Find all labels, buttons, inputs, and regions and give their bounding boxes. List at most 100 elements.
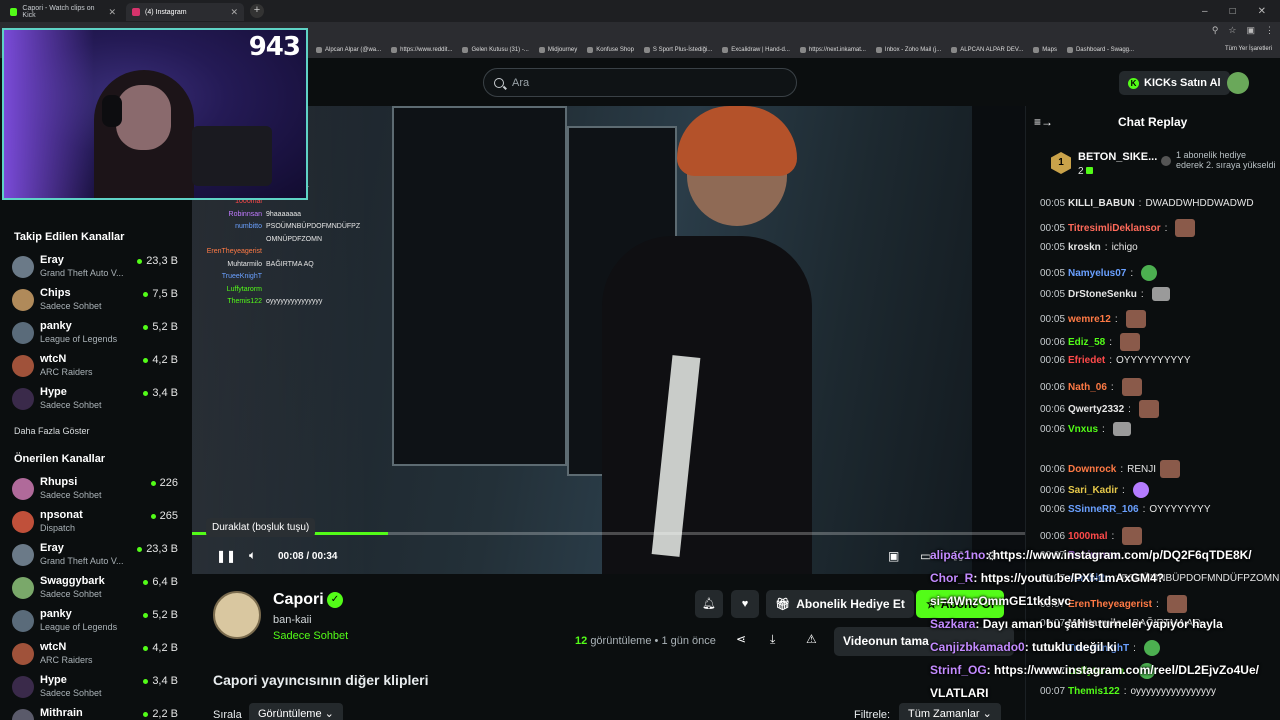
bookmark-item[interactable]: Dashboard - Swagg...	[1066, 47, 1134, 53]
bookmark-item[interactable]: S Sport Plus-İstediği...	[643, 47, 712, 53]
bookmark-item[interactable]: Gelen Kutusu (31) -...	[462, 47, 529, 53]
channel-avatar	[12, 676, 34, 698]
sort-select[interactable]: Görüntüleme ⌄	[249, 703, 343, 720]
gift-subscription-label: Abonelik Hediye Et	[796, 597, 905, 611]
chat-username[interactable]: Namyelus07	[1068, 268, 1126, 279]
bookmark-icon	[462, 47, 469, 53]
viewer-count: 5,2 B	[143, 321, 178, 333]
close-window-icon[interactable]: ✕	[1258, 6, 1266, 17]
bookmark-label: ALPCAN ALPAR DEV...	[960, 47, 1024, 53]
all-bookmarks-link[interactable]: Tüm Yer İşaretleri	[1225, 46, 1272, 52]
chat-username[interactable]: SSinneRR_106	[1068, 504, 1139, 515]
zoom-icon[interactable]: ⚲	[1212, 25, 1219, 36]
filter-value: Tüm Zamanlar	[908, 708, 980, 720]
chat-username[interactable]: 1000mal	[1068, 531, 1107, 542]
chat-separator: :	[1109, 336, 1113, 348]
chat-username[interactable]: wemre12	[1068, 314, 1111, 325]
buy-kicks-button[interactable]: K KICKs Satın Al	[1119, 71, 1230, 95]
gift-icon	[1161, 156, 1171, 166]
sidebar-channel-eray[interactable]: Eray Grand Theft Auto V... 23,3 B	[12, 542, 182, 572]
collapse-chat-icon[interactable]: ≡→	[1034, 115, 1053, 129]
close-tab-icon[interactable]: ✕	[230, 7, 238, 18]
chat-separator: :	[1122, 484, 1125, 496]
sidebar-channel-wtcn[interactable]: wtcN ARC Raiders 4,2 B	[12, 641, 182, 671]
bookmark-item[interactable]: Inbox - Zoho Mail (j...	[875, 47, 941, 53]
chat-username[interactable]: kroskn	[1068, 242, 1101, 253]
filter-label: Filtrele:	[854, 709, 891, 720]
notification-bell-button[interactable]: 🔔︎	[695, 590, 723, 618]
chat-username[interactable]: Efriedet	[1068, 355, 1105, 366]
overlay-chat-user: Robinnsan	[228, 210, 262, 218]
chat-username[interactable]: KILLI_BABUN	[1068, 198, 1135, 209]
chat-username[interactable]: Downrock	[1068, 464, 1116, 475]
sidebar-channel-eray[interactable]: Eray Grand Theft Auto V... 23,3 B	[12, 254, 182, 284]
chat-message: 00:06 Efriedet: OYYYYYYYYYY	[1040, 355, 1191, 366]
channel-category: Grand Theft Auto V...	[40, 268, 124, 278]
sidebar-channel-panky[interactable]: panky League of Legends 5,2 B	[12, 608, 182, 638]
sidebar-channel-hype[interactable]: Hype Sadece Sohbet 3,4 B	[12, 386, 182, 416]
bookmark-item[interactable]: Alpcan Alpar (@wa...	[316, 47, 381, 53]
close-tab-icon[interactable]: ✕	[108, 7, 116, 18]
star-icon[interactable]: ☆	[1228, 25, 1236, 36]
sidebar-channel-mithrain[interactable]: Mithrain 2,2 B	[12, 707, 182, 720]
bookmark-item[interactable]: Konfuse Shop	[587, 47, 634, 53]
sidebar-channel-swaggybark[interactable]: Swaggybark Sadece Sohbet 6,4 B	[12, 575, 182, 605]
chat-username[interactable]: Sari_Kadir	[1068, 485, 1118, 496]
search-input[interactable]: Ara	[483, 68, 797, 97]
chat-username[interactable]: TitresimliDeklansor	[1068, 223, 1161, 234]
viewer-count-value: 2,2 B	[152, 708, 178, 720]
sidebar-channel-chips[interactable]: Chips Sadece Sohbet 7,5 B	[12, 287, 182, 317]
chat-username[interactable]: Vnxus	[1068, 424, 1098, 435]
chat-timestamp: 00:06	[1040, 381, 1066, 393]
pause-icon[interactable]: ❚❚	[216, 549, 236, 563]
bookmark-label: Maps	[1042, 47, 1057, 53]
sidebar-channel-wtcn[interactable]: wtcN ARC Raiders 4,2 B	[12, 353, 182, 383]
bookmark-item[interactable]: Midjourney	[538, 47, 577, 53]
menu-icon[interactable]: ⋮	[1265, 25, 1274, 36]
download-icon[interactable]: ⤓	[770, 632, 775, 647]
pinned-username[interactable]: BETON_SIKE...	[1078, 151, 1157, 163]
bookmark-icon	[799, 47, 806, 53]
gift-subscription-button[interactable]: 🎁︎ Abonelik Hediye Et	[766, 590, 914, 618]
cosplayer-figure	[602, 236, 812, 574]
chat-separator: :	[1138, 198, 1142, 209]
current-time: 00:08	[278, 551, 304, 562]
chat-username[interactable]: Ediz_58	[1068, 337, 1105, 348]
extensions-icon[interactable]: ▣	[1246, 25, 1255, 36]
channel-category: Sadece Sohbet	[40, 589, 102, 599]
new-tab-button[interactable]: +	[250, 4, 264, 18]
maximize-icon[interactable]: □	[1230, 6, 1236, 17]
bookmark-item[interactable]: https://next.inkamat...	[799, 47, 866, 53]
chat-username[interactable]: DrStoneSenku	[1068, 289, 1137, 300]
sidebar-channel-npsonat[interactable]: npsonat Dispatch 265	[12, 509, 182, 539]
tab-instagram[interactable]: (4) Instagram ✕	[126, 3, 244, 21]
report-icon[interactable]: ⚠	[806, 632, 817, 646]
emote-icon	[1132, 482, 1149, 498]
filter-select[interactable]: Tüm Zamanlar ⌄	[899, 703, 1001, 720]
sidebar-channel-rhupsi[interactable]: Rhupsi Sadece Sohbet 226	[12, 476, 182, 506]
chat-username[interactable]: Qwerty2332	[1068, 404, 1124, 415]
pip-icon[interactable]: ▣	[888, 549, 899, 563]
clip-category[interactable]: Sadece Sohbet	[273, 630, 348, 642]
show-more-link[interactable]: Daha Fazla Göster	[14, 426, 90, 436]
sidebar-channel-panky[interactable]: panky League of Legends 5,2 B	[12, 320, 182, 350]
bookmark-item[interactable]: Excalidraw | Hand-d...	[722, 47, 790, 53]
user-avatar[interactable]	[1227, 72, 1249, 94]
bookmark-item[interactable]: https://www.reddit...	[391, 47, 452, 53]
channel-avatar[interactable]	[213, 591, 261, 639]
sidebar-channel-hype[interactable]: Hype Sadece Sohbet 3,4 B	[12, 674, 182, 704]
like-button[interactable]: ♥	[731, 590, 759, 618]
channel-name[interactable]: Capori	[273, 591, 324, 609]
sidebar: Takip Edilen Kanallar Daha Fazla Göster …	[0, 200, 192, 720]
share-icon[interactable]: ⋖	[736, 632, 746, 646]
overlay-message: alipac1no: https://www.instagram.com/p/D…	[930, 544, 1280, 567]
overlay-message-text: VLATLARI	[930, 686, 989, 700]
chat-username[interactable]: Nath_06	[1068, 382, 1107, 393]
tab-kick[interactable]: Capori - Watch clips on Kick ✕	[4, 3, 122, 21]
bookmark-item[interactable]: Maps	[1033, 47, 1057, 53]
volume-icon[interactable]: 🔈︎	[249, 548, 256, 563]
video-progress-bar[interactable]	[192, 532, 1025, 535]
bookmark-item[interactable]: ALPCAN ALPAR DEV...	[951, 47, 1023, 53]
minimize-icon[interactable]: –	[1202, 6, 1208, 17]
video-player[interactable]: YYYDownrockRENJISari_KadirSSinneRR_106OY…	[192, 106, 1025, 574]
